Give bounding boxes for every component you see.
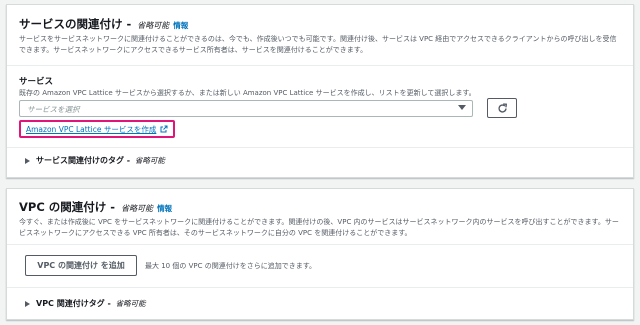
tags-label-text: サービス関連付けのタグ - <box>36 156 133 165</box>
service-association-tags-label: サービス関連付けのタグ - 省略可能 <box>36 155 165 166</box>
caret-right-icon <box>25 300 30 307</box>
divider <box>7 244 633 245</box>
vpc-association-description: 今すぐ、または作成後に VPC をサービスネットワークに関連付けることができます… <box>19 218 619 237</box>
divider <box>7 287 633 288</box>
divider <box>7 147 633 148</box>
divider <box>7 65 633 66</box>
optional-label: 省略可能 <box>121 204 154 213</box>
info-link[interactable]: 情報 <box>157 204 172 213</box>
vpc-association-header: VPC の関連付け - 省略可能 情報 今すぐ、または作成後に VPC をサービス… <box>19 199 621 239</box>
service-select-placeholder: サービスを選択 <box>27 105 80 114</box>
tags-label-text: VPC 関連付けタグ - <box>36 299 114 308</box>
create-service-link-text: Amazon VPC Lattice サービスを作成 <box>26 124 157 134</box>
add-vpc-association-hint: 最大 10 個の VPC の関連付けをさらに追加できます。 <box>145 262 317 270</box>
add-vpc-association-button[interactable]: VPC の関連付け を追加 <box>25 255 137 276</box>
refresh-button[interactable] <box>487 98 517 118</box>
vpc-association-tags-label: VPC 関連付けタグ - 省略可能 <box>36 298 146 309</box>
service-association-panel: サービスの関連付け - 省略可能 情報 サービスをサービスネットワークに関連付ける… <box>6 4 634 178</box>
service-association-title: サービスの関連付け - <box>19 17 136 31</box>
service-association-description: サービスをサービスネットワークに関連付けることができるのは、今でも、作成後いつで… <box>19 35 617 54</box>
external-link-icon <box>160 125 168 133</box>
service-association-header: サービスの関連付け - 省略可能 情報 サービスをサービスネットワークに関連付ける… <box>19 16 621 56</box>
caret-right-icon <box>25 157 30 164</box>
create-service-link[interactable]: Amazon VPC Lattice サービスを作成 <box>19 120 176 138</box>
optional-label: 省略可能 <box>115 299 146 308</box>
vpc-association-title: VPC の関連付け - <box>19 200 120 214</box>
info-link[interactable]: 情報 <box>173 21 188 30</box>
vpc-association-tags-expander[interactable]: VPC 関連付けタグ - 省略可能 <box>25 298 146 309</box>
service-field-description: 既存の Amazon VPC Lattice サービスから選択するか、または新し… <box>19 89 476 97</box>
add-vpc-association-button-label: VPC の関連付け を追加 <box>37 261 125 270</box>
optional-label: 省略可能 <box>137 21 170 30</box>
caret-down-icon <box>458 105 466 110</box>
refresh-icon <box>498 103 508 113</box>
service-field-label: サービス <box>19 77 54 87</box>
service-select[interactable]: サービスを選択 <box>19 100 473 117</box>
vpc-association-panel: VPC の関連付け - 省略可能 情報 今すぐ、または作成後に VPC をサービス… <box>6 188 634 320</box>
optional-label: 省略可能 <box>134 156 165 165</box>
service-association-tags-expander[interactable]: サービス関連付けのタグ - 省略可能 <box>25 155 165 166</box>
